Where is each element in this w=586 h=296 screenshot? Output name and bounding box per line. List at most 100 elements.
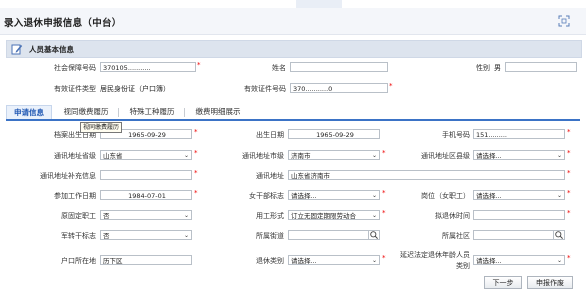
ssn-label: 社会保障号码 xyxy=(54,64,96,72)
street-search[interactable] xyxy=(288,230,380,240)
delay-value: 请选择... xyxy=(476,257,502,265)
chevron-down-icon: ⌄ xyxy=(556,257,562,264)
required-mark: * xyxy=(197,61,201,69)
female-cadre-value: 请选择... xyxy=(291,192,317,200)
required-mark: * xyxy=(194,169,198,177)
idno-label: 有效证件号码 xyxy=(244,85,286,93)
required-mark: * xyxy=(382,209,386,217)
birth-field[interactable]: 1965-09-29 xyxy=(288,129,380,139)
gender-label: 性别 xyxy=(476,64,490,72)
chevron-down-icon: ⌄ xyxy=(371,257,377,264)
address-supplement-field[interactable] xyxy=(100,170,192,180)
phone-field[interactable]: 151......... xyxy=(473,129,565,139)
tab-special-job[interactable]: 特殊工种履历 xyxy=(122,105,182,119)
chevron-down-icon: ⌄ xyxy=(371,192,377,199)
address-field[interactable]: 山东省济南市 xyxy=(288,170,565,180)
search-icon[interactable] xyxy=(553,230,564,240)
name-field[interactable] xyxy=(290,62,388,72)
female-cadre-select[interactable]: 请选择... ⌄ xyxy=(288,190,380,200)
chevron-down-icon: ⌄ xyxy=(183,212,189,219)
top-strip xyxy=(0,0,586,8)
title-bar: 录入退休申报信息（中台） xyxy=(0,8,586,35)
army-value: 否 xyxy=(103,232,110,240)
hukou-field[interactable]: 历下区 xyxy=(100,255,192,265)
tab-application-info[interactable]: 申请信息 xyxy=(6,105,52,119)
retire-type-label: 退休类别 xyxy=(256,257,284,265)
street-label: 所属街道 xyxy=(256,232,284,240)
chevron-down-icon: ⌄ xyxy=(556,152,562,159)
tooltip: 视同缴费履历 xyxy=(80,122,123,133)
top-strip-indicator xyxy=(296,0,342,8)
city-value: 济南市 xyxy=(291,152,311,160)
required-mark: * xyxy=(194,189,198,197)
chevron-down-icon: ⌄ xyxy=(371,152,377,159)
chevron-down-icon: ⌄ xyxy=(183,232,189,239)
community-search[interactable] xyxy=(473,230,565,240)
required-mark: * xyxy=(567,189,571,197)
address-supplement-label: 通讯地址补充信息 xyxy=(40,172,96,180)
gender-field[interactable] xyxy=(505,62,577,72)
birth-label: 出生日期 xyxy=(256,131,284,139)
army-label: 军转干标志 xyxy=(61,232,96,240)
delay-label-line2: 类别 xyxy=(456,262,470,270)
post-label: 岗位（女职工） xyxy=(421,192,470,200)
tab-deemed-payment[interactable]: 视同缴费履历 xyxy=(56,105,116,119)
window-title: 录入退休申报信息（中台） xyxy=(4,18,122,29)
district-select[interactable]: 请选择... ⌄ xyxy=(473,150,565,160)
orig-fixed-value: 否 xyxy=(103,212,110,220)
tab-separator xyxy=(184,108,185,117)
province-select[interactable]: 山东省 ⌄ xyxy=(100,150,192,160)
tab-separator xyxy=(118,108,119,117)
gender-value: 男 xyxy=(494,64,501,72)
edit-icon xyxy=(11,44,23,55)
work-date-label: 参加工作日期 xyxy=(54,192,96,200)
army-select[interactable]: 否 ⌄ xyxy=(100,230,192,240)
community-label: 所属社区 xyxy=(442,232,470,240)
void-declaration-button[interactable]: 申报作废 xyxy=(527,276,573,289)
required-mark: * xyxy=(382,149,386,157)
province-value: 山东省 xyxy=(103,152,123,160)
name-label: 姓名 xyxy=(272,64,286,72)
city-label: 通讯地址市级 xyxy=(242,152,284,160)
district-value: 请选择... xyxy=(476,152,502,160)
address-label: 通讯地址 xyxy=(256,172,284,180)
delay-label-line1: 延迟法定退休年龄人员 xyxy=(400,251,470,259)
required-mark: * xyxy=(389,82,393,90)
tab-payment-detail[interactable]: 缴费明细展示 xyxy=(188,105,248,119)
required-mark: * xyxy=(382,189,386,197)
female-cadre-label: 女干部标志 xyxy=(249,192,284,200)
retire-type-select[interactable]: 请选择... ⌄ xyxy=(288,255,380,265)
employ-label: 用工形式 xyxy=(256,212,284,220)
required-mark: * xyxy=(567,169,571,177)
post-select[interactable]: 请选择... ⌄ xyxy=(473,190,565,200)
ssn-field[interactable]: 370105........... xyxy=(100,62,196,72)
hukou-label: 户口所在地 xyxy=(61,257,96,265)
chevron-down-icon: ⌄ xyxy=(183,152,189,159)
search-icon[interactable] xyxy=(368,230,379,240)
city-select[interactable]: 济南市 ⌄ xyxy=(288,150,380,160)
orig-fixed-select[interactable]: 否 ⌄ xyxy=(100,210,192,220)
required-mark: * xyxy=(567,209,571,217)
required-mark: * xyxy=(382,254,386,262)
post-value: 请选择... xyxy=(476,192,502,200)
orig-fixed-label: 原固定职工 xyxy=(61,212,96,220)
chevron-down-icon: ⌄ xyxy=(556,192,562,199)
required-mark: * xyxy=(567,128,571,136)
idno-field[interactable]: 370...........0 xyxy=(290,83,388,93)
employ-value: 订立无固定期限劳动合 xyxy=(291,212,356,220)
employ-select[interactable]: 订立无固定期限劳动合 ⌄ xyxy=(288,210,380,220)
work-date-field[interactable]: 1984-07-01 xyxy=(100,190,192,200)
section-header: 人员基本信息 xyxy=(6,40,582,58)
required-mark: * xyxy=(194,128,198,136)
delay-select[interactable]: 请选择... ⌄ xyxy=(473,255,565,265)
expand-icon[interactable] xyxy=(558,15,570,27)
retire-time-label: 拟退休时间 xyxy=(435,212,470,220)
required-mark: * xyxy=(567,149,571,157)
required-mark: * xyxy=(194,149,198,157)
tab-bar: 申请信息 视同缴费履历 特殊工种履历 缴费明细展示 xyxy=(6,105,580,121)
district-label: 通讯地址区县级 xyxy=(421,152,470,160)
next-button[interactable]: 下一步 xyxy=(484,276,522,289)
idtype-value: 居民身份证（户口簿） xyxy=(100,85,170,93)
retire-time-field[interactable] xyxy=(473,210,565,220)
required-mark: * xyxy=(567,254,571,262)
